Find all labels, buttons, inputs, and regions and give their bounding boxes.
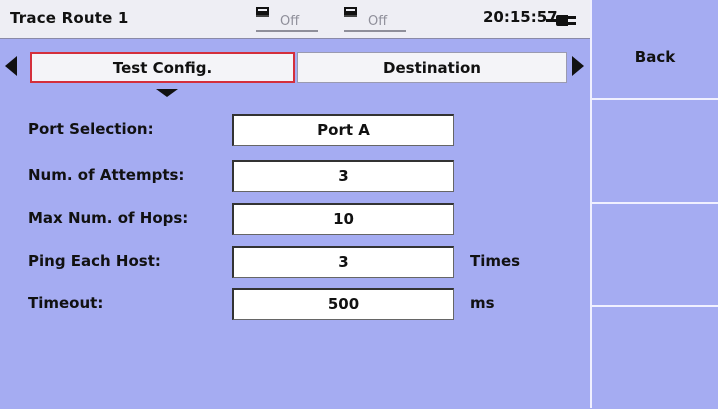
num-attempts-label: Num. of Attempts: [28, 166, 185, 184]
port-1-status: Off [256, 6, 318, 32]
timeout-field[interactable]: 500 [232, 288, 454, 320]
timeout-unit: ms [470, 294, 495, 312]
test-config-form: Port Selection: Port A Num. of Attempts:… [0, 100, 590, 408]
port-selection-field[interactable]: Port A [232, 114, 454, 146]
max-hops-label: Max Num. of Hops: [28, 209, 189, 227]
port-2-state: Off [368, 14, 388, 29]
softkey-panel: Back [590, 0, 718, 408]
port-1-underline [256, 30, 318, 32]
ethernet-port-icon [344, 7, 357, 17]
port-2-status: Off [344, 6, 406, 32]
active-tab-indicator-icon [156, 89, 178, 97]
title-bar: Trace Route 1 Off Off 20:15:57 [0, 0, 590, 39]
port-2-underline [344, 30, 406, 32]
ac-power-icon [546, 14, 576, 26]
back-button-label: Back [634, 48, 676, 66]
ping-each-host-row: Ping Each Host: 3 Times [0, 246, 590, 278]
softkey-4-label [592, 309, 718, 357]
softkey-4[interactable] [592, 309, 718, 409]
tab-test-config[interactable]: Test Config. [30, 52, 295, 83]
softkey-3-label [592, 207, 718, 255]
back-button[interactable]: Back [592, 0, 718, 100]
port-selection-row: Port Selection: Port A [0, 114, 590, 146]
max-hops-row: Max Num. of Hops: 10 [0, 203, 590, 235]
softkey-3[interactable] [592, 207, 718, 307]
ping-each-host-label: Ping Each Host: [28, 252, 161, 270]
window-title: Trace Route 1 [10, 9, 129, 27]
tab-destination[interactable]: Destination [297, 52, 567, 83]
softkey-2-label [592, 104, 718, 152]
softkey-2[interactable] [592, 104, 718, 204]
ping-each-host-unit: Times [470, 252, 521, 270]
num-attempts-row: Num. of Attempts: 3 [0, 160, 590, 192]
max-hops-field[interactable]: 10 [232, 203, 454, 235]
tab-scroll-right-icon[interactable] [572, 56, 584, 76]
timeout-row: Timeout: 500 ms [0, 288, 590, 320]
port-selection-label: Port Selection: [28, 120, 154, 138]
timeout-label: Timeout: [28, 294, 104, 312]
tab-scroll-left-icon[interactable] [5, 56, 17, 76]
ping-each-host-field[interactable]: 3 [232, 246, 454, 278]
port-1-state: Off [280, 14, 300, 29]
ethernet-port-icon [256, 7, 269, 17]
num-attempts-field[interactable]: 3 [232, 160, 454, 192]
tab-bar: Test Config. Destination [0, 39, 590, 97]
